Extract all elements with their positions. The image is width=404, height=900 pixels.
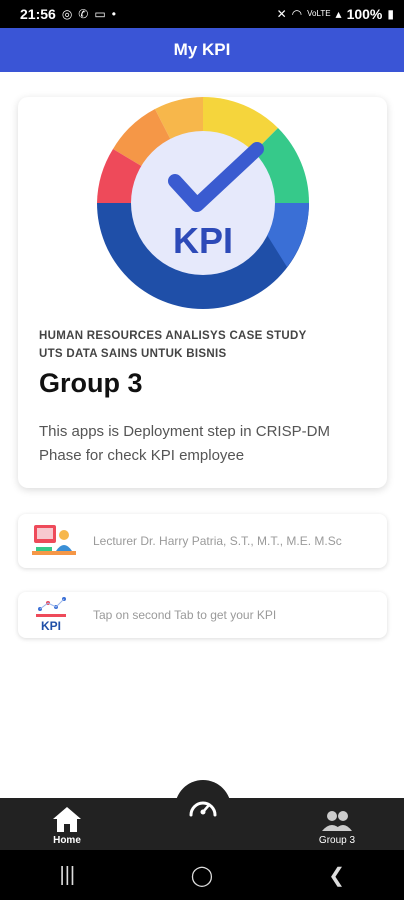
speedometer-button[interactable] (175, 780, 231, 836)
subtitle-line2: UTS DATA SAINS UNTUK BISNIS (39, 348, 227, 360)
kpi-logo-text: KPI (173, 220, 233, 261)
page-title: My KPI (173, 40, 231, 59)
main-card: KPI HUMAN RESOURCES ANALISYS CASE STUDY … (18, 96, 387, 488)
wifi-icon: ◠ (291, 7, 303, 21)
tab-home[interactable]: Home (22, 798, 112, 850)
battery-level: 100% (346, 6, 383, 22)
description: This apps is Deployment step in CRISP-DM… (39, 423, 330, 464)
lecturer-icon (32, 521, 76, 561)
status-left: 21:56 ◎ ✆ ▭ • (20, 6, 116, 22)
lecturer-card[interactable]: Lecturer Dr. Harry Patria, S.T., M.T., M… (18, 514, 387, 568)
kpi-hint-text: Tap on second Tab to get your KPI (93, 608, 277, 622)
status-time: 21:56 (20, 6, 56, 22)
kpi-chart-icon: KPI (32, 595, 76, 635)
group-title: Group 3 (39, 368, 143, 398)
dot-icon: • (111, 7, 116, 21)
whatsapp-icon: ✆ (78, 7, 89, 21)
home-icon (53, 807, 81, 832)
volte-icon: VoLTE (307, 9, 331, 18)
laptop-icon: ▭ (94, 7, 106, 21)
battery-icon: ▮ (387, 7, 394, 21)
app-bar: My KPI (0, 28, 404, 72)
tab-home-label: Home (53, 835, 81, 846)
kpi-logo: KPI (97, 96, 310, 309)
instagram-icon: ◎ (61, 7, 73, 21)
speedometer-icon (189, 801, 217, 817)
tab-group[interactable]: Group 3 (292, 798, 382, 850)
back-icon[interactable]: ❮ (307, 863, 367, 888)
signal-icon: ▴ (335, 7, 342, 21)
lecturer-text: Lecturer Dr. Harry Patria, S.T., M.T., M… (93, 534, 342, 548)
kpi-gauge-icon: KPI (97, 96, 310, 309)
kpi-hint-card[interactable]: KPI Tap on second Tab to get your KPI (18, 592, 387, 638)
recents-icon[interactable]: ||| (37, 864, 97, 887)
status-bar: 21:56 ◎ ✆ ▭ • ✕ ◠ VoLTE ▴ 100% ▮ (0, 0, 404, 28)
system-nav: ||| ◯ ❮ (0, 850, 404, 900)
status-right: ✕ ◠ VoLTE ▴ 100% ▮ (277, 6, 394, 22)
subtitle-line1: HUMAN RESOURCES ANALISYS CASE STUDY (39, 330, 307, 342)
tab-group-label: Group 3 (318, 835, 356, 846)
people-icon (322, 811, 352, 831)
home-button-icon[interactable]: ◯ (172, 863, 232, 888)
kpi-icon-text: KPI (41, 619, 61, 633)
mute-icon: ✕ (276, 7, 287, 21)
